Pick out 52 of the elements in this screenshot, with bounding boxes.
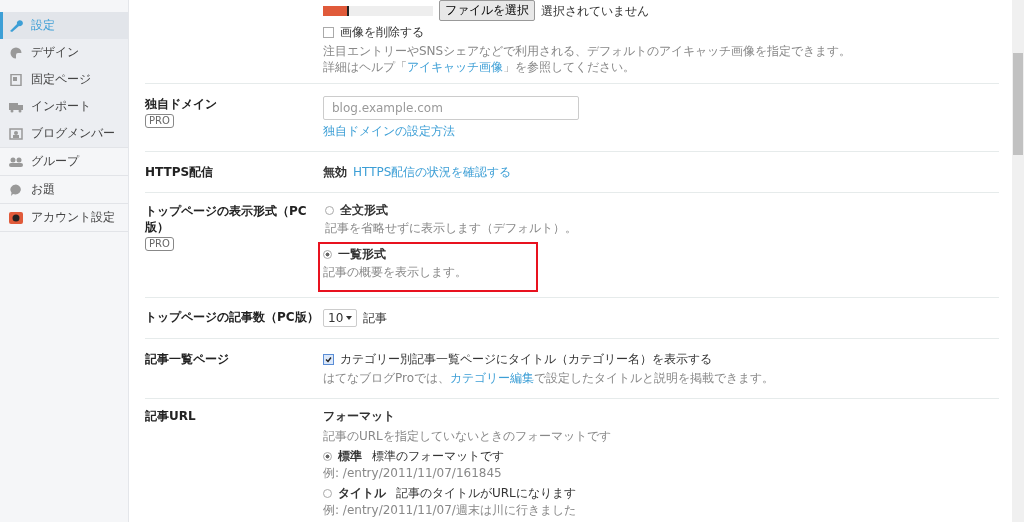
setting-label: 記事URL (145, 408, 196, 424)
members-icon (9, 127, 23, 140)
pro-badge: PRO (145, 114, 174, 128)
sidebar-item[interactable]: お題 (0, 176, 128, 203)
unit-text: 記事 (363, 310, 388, 326)
option-description: 標準のフォーマットです (372, 448, 504, 464)
sidebar-item[interactable]: ブログメンバー (0, 120, 128, 147)
option-title: 標準 (338, 448, 362, 464)
option-description: 記事を省略せずに表示します（デフォルト）。 (325, 220, 577, 236)
page-icon (9, 73, 23, 86)
sidebar-item[interactable]: アカウント設定 (0, 204, 128, 231)
note-text: はてなブログProでは、カテゴリー編集で設定したタイトルと説明を掲載できます。 (323, 370, 776, 386)
section-description: 記事のURLを指定していないときのフォーマットです (323, 428, 612, 444)
option-description: 記事の概要を表示します。 (323, 264, 468, 280)
setting-label: 記事一覧ページ (145, 351, 229, 367)
file-select-button[interactable]: ファイルを選択 (439, 0, 535, 21)
pro-badge: PRO (145, 237, 174, 251)
option-description: 記事のタイトルがURLになります (396, 485, 576, 501)
section-heading: フォーマット (323, 408, 396, 424)
count-select[interactable]: 10 (323, 309, 358, 327)
option-title: 全文形式 (340, 202, 388, 218)
checkbox-label: カテゴリー別記事一覧ページにタイトル（カテゴリー名）を表示する (340, 351, 712, 367)
example-text: 例: /entry/2011/11/07/161845 (323, 465, 503, 481)
domain-input-field[interactable]: blog.example.com (323, 96, 579, 120)
setting-label: HTTPS配信 (145, 164, 214, 180)
scrollbar[interactable] (1012, 0, 1024, 522)
radio-button[interactable] (323, 451, 332, 461)
help-text: 注目エントリーやSNSシェアなどで利用される、デフォルトのアイキャッチ画像を指定できます。 (323, 43, 853, 59)
checkbox-label: 画像を削除する (340, 24, 424, 40)
radio-button[interactable] (323, 488, 332, 498)
sidebar-item[interactable]: 固定ページ (0, 66, 128, 93)
option-title: 一覧形式 (338, 246, 386, 262)
sidebar-item[interactable]: デザイン (0, 39, 128, 66)
sidebar-item[interactable]: インポート (0, 93, 128, 120)
help-text: 詳細はヘルプ「アイキャッチ画像」を参照してください。 (323, 59, 636, 75)
setting-label: トップページの記事数（PC版） (145, 309, 319, 325)
option-title: タイトル (338, 485, 386, 501)
truck-icon (9, 100, 23, 113)
caret-icon (346, 316, 353, 320)
checkbox[interactable] (323, 353, 334, 365)
setting-label: トップページの表示形式（PC版） (145, 203, 308, 235)
checkbox[interactable] (323, 26, 334, 38)
sidebar-item[interactable]: グループ (0, 148, 128, 175)
radio-button[interactable] (323, 249, 332, 259)
example-text: 例: /entry/2011/11/07/週末は川に行きました (323, 502, 577, 518)
people-icon (9, 155, 23, 168)
radio-button[interactable] (325, 205, 334, 215)
avatar-icon (9, 211, 23, 224)
file-status: 選択されていません (541, 2, 649, 19)
status-text: 無効 (323, 164, 347, 180)
setting-label: 独自ドメイン (145, 96, 217, 112)
speech-bubble-icon (9, 183, 23, 196)
